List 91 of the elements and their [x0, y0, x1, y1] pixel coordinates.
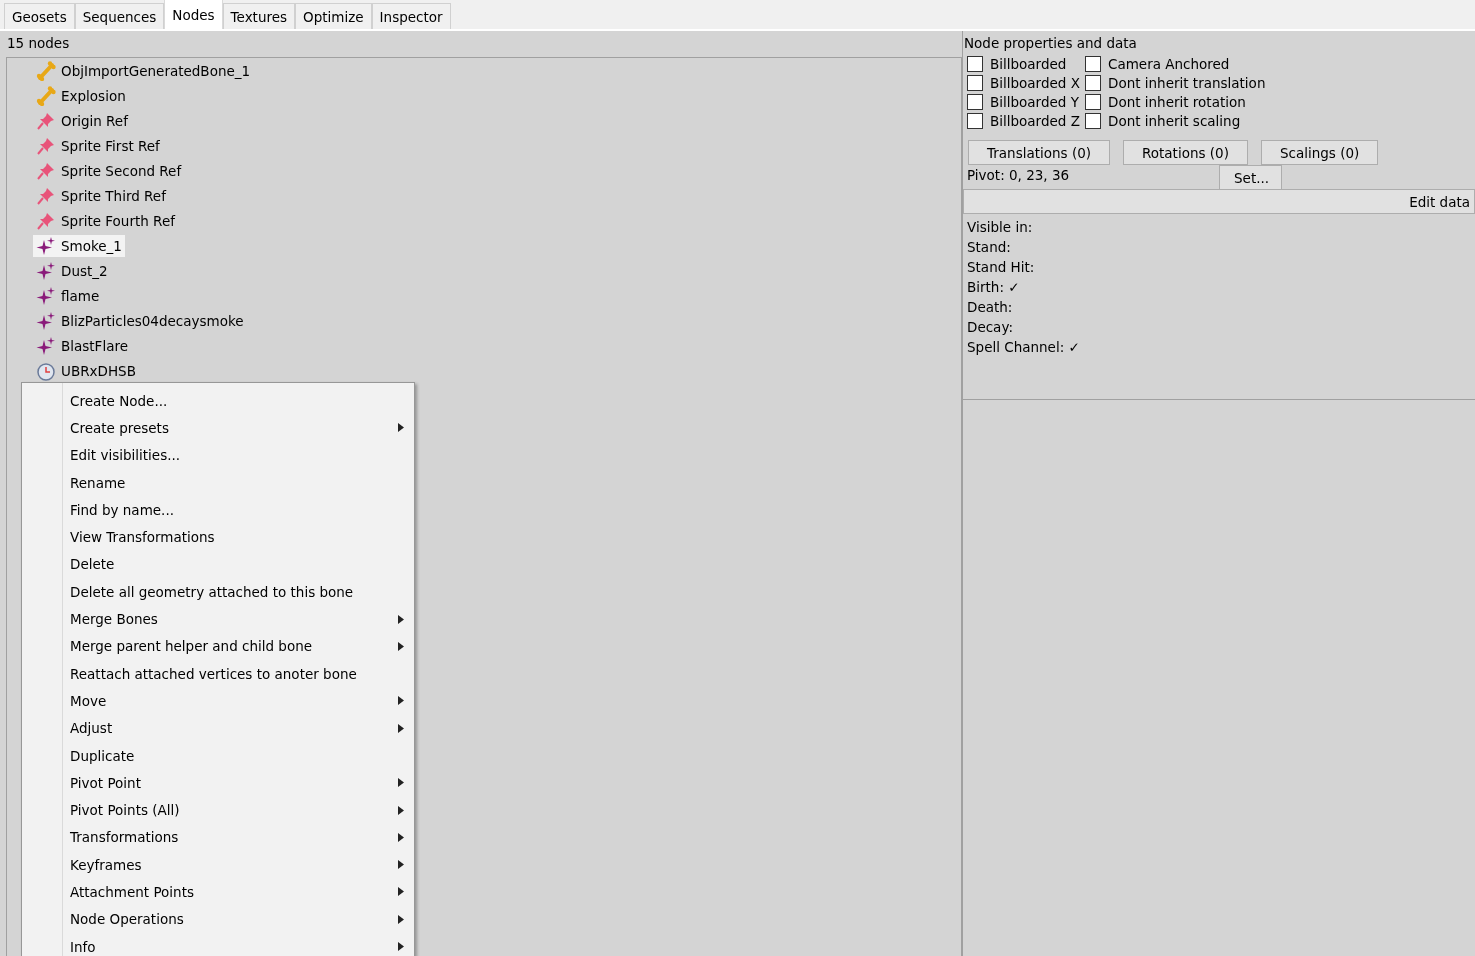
- tree-item[interactable]: Smoke_1: [33, 234, 125, 257]
- submenu-arrow-icon: [398, 942, 404, 952]
- tree-item[interactable]: ObjImportGeneratedBone_1: [33, 59, 254, 82]
- tab[interactable]: Sequences: [74, 3, 165, 29]
- tree-item[interactable]: Origin Ref: [33, 109, 131, 132]
- checkbox-label: Camera Anchored: [1108, 55, 1230, 72]
- submenu-arrow-icon: [398, 778, 404, 788]
- checkbox[interactable]: [967, 112, 983, 129]
- tree-item[interactable]: Sprite Fourth Ref: [33, 209, 178, 232]
- menu-item[interactable]: Node Operations: [22, 905, 414, 933]
- menu-item[interactable]: Create Node...: [22, 387, 414, 415]
- menu-item[interactable]: Merge parent helper and child bone: [22, 632, 414, 660]
- bone-icon: [36, 60, 56, 81]
- menu-item[interactable]: Attachment Points: [22, 878, 414, 906]
- clock-icon: [36, 360, 56, 381]
- checkbox-label: Billboarded Z: [990, 112, 1080, 129]
- submenu-arrow-icon: [398, 614, 404, 624]
- menu-item[interactable]: Keyframes: [22, 851, 414, 879]
- pin-icon: [36, 185, 56, 206]
- submenu-arrow-icon: [398, 887, 404, 897]
- checkbox-label: Billboarded Y: [990, 93, 1079, 110]
- menu-item[interactable]: Create presets: [22, 414, 414, 442]
- pivot-text: Pivot: 0, 23, 36: [967, 166, 1071, 183]
- menu-item[interactable]: Delete all geometry attached to this bone: [22, 578, 414, 606]
- tree-item[interactable]: Dust_2: [33, 259, 111, 282]
- tab[interactable]: Geosets: [4, 3, 75, 29]
- keyframe-button[interactable]: Scalings (0): [1260, 140, 1379, 165]
- keyframe-button[interactable]: Rotations (0): [1123, 140, 1248, 165]
- menu-item[interactable]: Reattach attached vertices to anoter bone: [22, 659, 414, 688]
- pin-icon: [36, 135, 56, 156]
- node-count: 15 nodes: [6, 34, 71, 53]
- visibility-line: Visible in:: [967, 218, 1034, 237]
- menu-item[interactable]: Edit visibilities...: [22, 441, 414, 469]
- bone-icon: [36, 85, 56, 106]
- submenu-arrow-icon: [398, 723, 404, 733]
- checkbox[interactable]: [967, 93, 983, 110]
- tree-item[interactable]: flame: [33, 284, 103, 307]
- tree-item[interactable]: Sprite Second Ref: [33, 159, 185, 182]
- menu-item[interactable]: Rename: [22, 468, 414, 497]
- checkbox-label: Billboarded X: [990, 74, 1080, 91]
- menu-item[interactable]: Pivot Points (All): [22, 796, 414, 824]
- keyframe-button[interactable]: Translations (0): [968, 140, 1110, 165]
- tree-item[interactable]: Explosion: [33, 84, 129, 107]
- pin-icon: [36, 110, 56, 131]
- tree-item[interactable]: UBRxDHSB: [33, 359, 139, 382]
- tree-item[interactable]: BlizParticles04decaysmoke: [33, 309, 247, 332]
- visibility-line: Stand:: [967, 238, 1012, 257]
- checkbox-label: Billboarded: [990, 55, 1067, 72]
- menu-item[interactable]: Transformations: [22, 823, 414, 852]
- menu-item[interactable]: View Transformations: [22, 523, 414, 551]
- menu-item[interactable]: Info: [22, 932, 414, 956]
- checkbox[interactable]: [967, 74, 983, 91]
- checkbox-label: Dont inherit rotation: [1108, 93, 1246, 110]
- panel-title: Node properties and data: [963, 34, 1138, 53]
- checkbox[interactable]: [1085, 112, 1101, 129]
- tree-item[interactable]: BlastFlare: [33, 334, 131, 357]
- submenu-arrow-icon: [398, 641, 404, 651]
- tree-item[interactable]: Sprite Third Ref: [33, 184, 169, 207]
- submenu-arrow-icon: [398, 860, 404, 870]
- checkbox-label: Dont inherit translation: [1108, 74, 1266, 91]
- visibility-line: Stand Hit:: [967, 258, 1036, 277]
- checkbox-label: Dont inherit scaling: [1108, 112, 1241, 129]
- visibility-line: Birth: ✓: [967, 278, 1021, 297]
- edit-data-button[interactable]: Edit data: [963, 189, 1475, 214]
- submenu-arrow-icon: [398, 805, 404, 815]
- checkbox[interactable]: [967, 55, 983, 72]
- menu-item[interactable]: Delete: [22, 550, 414, 579]
- tab[interactable]: Nodes: [164, 0, 223, 29]
- submenu-arrow-icon: [398, 914, 404, 924]
- submenu-arrow-icon: [398, 423, 404, 433]
- menu-item[interactable]: Merge Bones: [22, 605, 414, 633]
- tab[interactable]: Inspector: [371, 3, 451, 29]
- menu-item[interactable]: Duplicate: [22, 741, 414, 770]
- set-button[interactable]: Set...: [1219, 165, 1282, 190]
- pin-icon: [36, 160, 56, 181]
- checkbox[interactable]: [1085, 74, 1101, 91]
- menu-item[interactable]: Find by name...: [22, 496, 414, 524]
- menu-item[interactable]: Pivot Point: [22, 769, 414, 797]
- visibility-line: Death:: [967, 298, 1014, 317]
- tab[interactable]: Textures: [222, 3, 296, 29]
- pin-icon: [36, 210, 56, 231]
- visibility-line: Decay:: [967, 318, 1014, 337]
- submenu-arrow-icon: [398, 832, 404, 842]
- tab[interactable]: Optimize: [295, 3, 372, 29]
- menu-item[interactable]: Adjust: [22, 714, 414, 742]
- checkbox[interactable]: [1085, 55, 1101, 72]
- menu-item[interactable]: Move: [22, 687, 414, 715]
- checkbox[interactable]: [1085, 93, 1101, 110]
- submenu-arrow-icon: [398, 696, 404, 706]
- visibility-line: Spell Channel: ✓: [967, 338, 1081, 357]
- tree-item[interactable]: Sprite First Ref: [33, 134, 163, 157]
